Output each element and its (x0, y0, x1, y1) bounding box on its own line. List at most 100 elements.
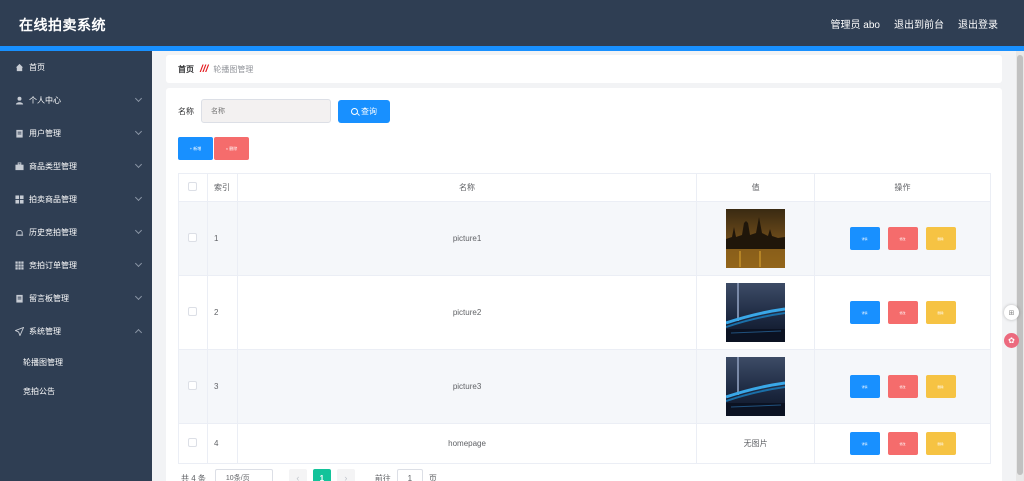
row-value: 无图片 (696, 423, 816, 464)
bridge-night-icon[interactable] (726, 283, 786, 342)
sidebar-item-label: 留言板管理 (29, 294, 69, 303)
sidebar-item-label: 竞拍订单管理 (29, 261, 77, 270)
row-checkbox[interactable] (188, 381, 198, 390)
detail-button[interactable]: 详情 (849, 227, 880, 250)
sidebar-item-users[interactable]: 用户管理 (0, 117, 152, 150)
add-button[interactable]: + 新增 (178, 137, 213, 160)
chevron-down-icon (134, 94, 143, 103)
main-content: 首页 /// 轮播图管理 名称 查询 + 新增 × 删除 索引 (152, 51, 1016, 481)
toolbar: + 新增 × 删除 (178, 137, 249, 160)
apps-grid-icon[interactable]: ⊞ (1004, 305, 1019, 320)
row-checkbox[interactable] (188, 233, 198, 242)
edit-button[interactable]: 修改 (887, 227, 918, 250)
row-ops: 详情 修改 删除 (814, 349, 991, 424)
sidebar-item-home[interactable]: 首页 (0, 51, 152, 84)
detail-button[interactable]: 详情 (849, 375, 880, 398)
edit-button[interactable]: 修改 (887, 301, 918, 324)
breadcrumb: 首页 /// 轮播图管理 (166, 55, 1002, 83)
pagination-total: 共 4 条 (181, 473, 206, 481)
row-value (696, 275, 816, 350)
chevron-down-icon (134, 226, 143, 235)
content-panel: 名称 查询 + 新增 × 删除 索引 名称 值 操作 (166, 88, 1002, 481)
column-header-ops: 操作 (814, 173, 991, 202)
sidebar-item-system[interactable]: 系统管理 (0, 315, 152, 348)
app-title: 在线拍卖系统 (19, 17, 106, 33)
home-icon (14, 63, 24, 73)
detail-button[interactable]: 详情 (849, 301, 880, 324)
row-value (696, 349, 816, 424)
row-checkbox[interactable] (188, 307, 198, 316)
scrollbar-thumb[interactable] (1017, 55, 1023, 475)
chevron-down-icon (134, 259, 143, 268)
chevron-down-icon (134, 292, 143, 301)
breadcrumb-home[interactable]: 首页 (178, 64, 194, 75)
sidebar-item-auction-goods[interactable]: 拍卖商品管理 (0, 183, 152, 216)
page-size-select[interactable]: 10条/页 (214, 469, 273, 481)
city-night-icon[interactable] (726, 209, 786, 268)
sidebar-subitem-announcement[interactable]: 竞拍公告 (0, 377, 152, 406)
page-number-current[interactable]: 1 (312, 469, 331, 481)
front-link[interactable]: 退出到前台 (894, 16, 944, 31)
clipboard-icon (14, 294, 24, 304)
sidebar-item-messages[interactable]: 留言板管理 (0, 282, 152, 315)
row-name: picture2 (236, 275, 698, 350)
delete-button[interactable]: 删除 (925, 227, 956, 250)
row-checkbox[interactable] (188, 438, 198, 447)
goto-label: 前往 (374, 473, 391, 481)
logout-link[interactable]: 退出登录 (958, 16, 998, 31)
select-all-checkbox[interactable] (188, 182, 198, 191)
briefcase-icon (14, 162, 24, 172)
search-input[interactable] (201, 99, 331, 123)
sidebar-item-label: 拍卖商品管理 (29, 195, 77, 204)
next-page-button[interactable]: › (336, 469, 355, 481)
row-select-cell (178, 201, 208, 276)
detail-button[interactable]: 详情 (849, 432, 880, 455)
breadcrumb-current: 轮播图管理 (213, 64, 254, 74)
admin-user-label[interactable]: 管理员 abo (831, 16, 880, 31)
prev-page-button[interactable]: ‹ (288, 469, 307, 481)
column-header-index: 索引 (206, 173, 238, 202)
user-icon (14, 96, 24, 106)
top-bar: 在线拍卖系统 管理员 abo 退出到前台 退出登录 (0, 0, 1024, 46)
bridge-night-icon[interactable] (726, 357, 786, 416)
delete-button[interactable]: 删除 (925, 432, 956, 455)
row-ops: 详情 修改 删除 (814, 201, 991, 276)
grid-icon (14, 195, 24, 205)
table-row: 1 picture1 详情 修改 删除 (178, 201, 991, 276)
row-ops: 详情 修改 删除 (814, 275, 991, 350)
chevron-down-icon (134, 127, 143, 136)
row-ops: 详情 修改 删除 (814, 423, 991, 464)
table-header-row: 索引 名称 值 操作 (178, 173, 991, 202)
row-index: 3 (206, 349, 238, 424)
search-icon (351, 107, 358, 115)
batch-delete-button[interactable]: × 删除 (214, 137, 249, 160)
row-value (696, 201, 816, 276)
sidebar-item-history-bids[interactable]: 历史竞拍管理 (0, 216, 152, 249)
edit-button[interactable]: 修改 (887, 375, 918, 398)
chevron-down-icon (134, 160, 143, 169)
sidebar-item-category[interactable]: 商品类型管理 (0, 150, 152, 183)
table-row: 3 picture3 详情 修改 删除 (178, 349, 991, 424)
breadcrumb-separator-icon: /// (200, 63, 209, 75)
search-button[interactable]: 查询 (338, 99, 390, 123)
delete-button[interactable]: 删除 (925, 301, 956, 324)
chevron-down-icon (134, 193, 143, 202)
page-scrollbar[interactable] (1016, 51, 1024, 481)
carousel-table: 索引 名称 值 操作 1 picture1 详情 修改 删除 2 picture… (178, 173, 991, 464)
sidebar-item-label: 商品类型管理 (29, 162, 77, 171)
sidebar-item-label: 用户管理 (29, 129, 61, 138)
row-select-cell (178, 349, 208, 424)
sidebar-subitem-carousel[interactable]: 轮播图管理 (0, 348, 152, 377)
sidebar-item-profile[interactable]: 个人中心 (0, 84, 152, 117)
table-row: 4 homepage 无图片 详情 修改 删除 (178, 423, 991, 464)
translate-icon[interactable]: ✿ (1004, 333, 1019, 348)
select-all-cell (178, 173, 208, 202)
goto-page-input[interactable] (396, 469, 423, 481)
search-label: 名称 (178, 106, 194, 116)
row-index: 4 (206, 423, 238, 464)
delete-button[interactable]: 删除 (925, 375, 956, 398)
edit-button[interactable]: 修改 (887, 432, 918, 455)
sidebar-item-label: 个人中心 (29, 96, 61, 105)
column-header-name: 名称 (236, 173, 698, 202)
sidebar-item-orders[interactable]: 竞拍订单管理 (0, 249, 152, 282)
